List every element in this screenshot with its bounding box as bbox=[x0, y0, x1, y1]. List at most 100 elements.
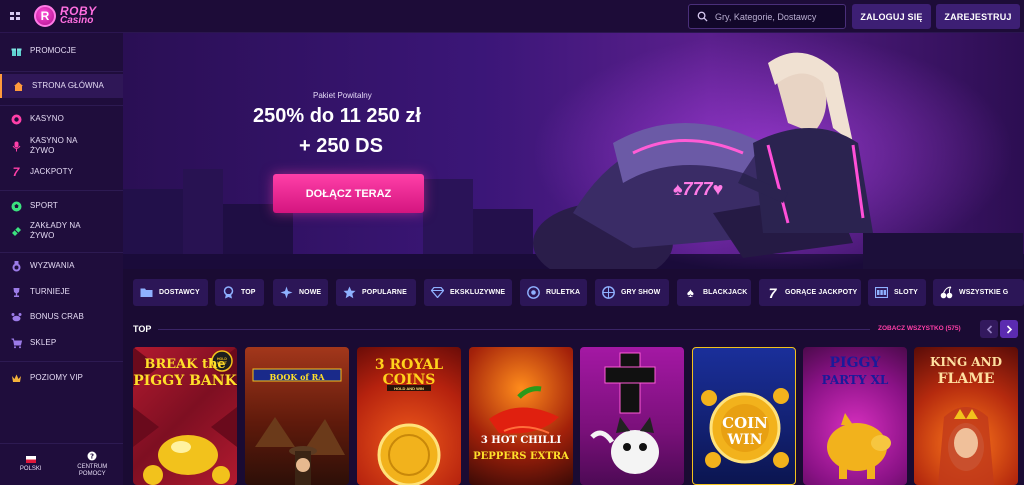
menu-icon[interactable] bbox=[0, 0, 30, 33]
divider bbox=[0, 190, 123, 191]
crown-icon bbox=[10, 372, 22, 384]
sidebar-item-label: KASYNO NA ŻYWO bbox=[30, 136, 78, 155]
divider bbox=[0, 71, 123, 72]
sparkle-icon bbox=[280, 286, 293, 299]
sidebar-item-challenges[interactable]: WYZWANIA bbox=[0, 257, 123, 275]
register-button[interactable]: ZAREJESTRUJ bbox=[936, 4, 1020, 29]
top-bar: R ROBY Casino ZALOGUJ SIĘ ZAREJESTRUJ bbox=[0, 0, 1024, 33]
seven-icon: 7 bbox=[12, 165, 20, 179]
game-title-line2: PIGGY BANK bbox=[133, 373, 237, 389]
join-now-button[interactable]: DOŁĄCZ TERAZ bbox=[273, 174, 424, 213]
help-icon: ? bbox=[87, 451, 97, 461]
category-label: SLOTY bbox=[894, 289, 918, 296]
game-card-coin-win[interactable]: COIN WIN bbox=[692, 347, 796, 485]
bike-777-text: ♠777♥ bbox=[673, 179, 723, 199]
sidebar-item-kasyno[interactable]: KASYNO bbox=[0, 110, 123, 128]
category-label: GORĄCE JACKPOTY bbox=[785, 289, 858, 296]
home-icon bbox=[12, 80, 24, 92]
sidebar-item-label: JACKPOTY bbox=[30, 167, 74, 176]
game-title-line2: WIN bbox=[727, 432, 763, 448]
seven-icon: 7 bbox=[768, 284, 777, 301]
game-card-3-hot-chilli-peppers-extra[interactable]: 3 HOT CHILLI PEPPERS EXTRA bbox=[469, 347, 573, 485]
sidebar-footer: POLSKI ? CENTRUM POMOCY bbox=[0, 443, 123, 485]
sidebar-item-tournaments[interactable]: TURNIEJE bbox=[0, 283, 123, 301]
language-label: POLSKI bbox=[19, 466, 42, 472]
category-top[interactable]: TOP bbox=[215, 279, 264, 306]
hero-title-line2: + 250 DS bbox=[299, 135, 383, 157]
sidebar-item-label: STRONA GŁÓWNA bbox=[32, 81, 104, 90]
category-label: RULETKA bbox=[546, 289, 581, 296]
language-selector[interactable]: POLSKI bbox=[0, 444, 62, 485]
game-art bbox=[489, 386, 559, 434]
game-card-break-the-piggy-bank[interactable]: BREAK the PIGGY BANK HOLD HUNT bbox=[133, 347, 237, 485]
game-title-line2: PARTY XL bbox=[821, 373, 889, 387]
search-input[interactable] bbox=[715, 11, 835, 22]
category-game-shows[interactable]: GRY SHOW bbox=[595, 279, 669, 306]
sidebar-item-shop[interactable]: SKLEP bbox=[0, 334, 123, 352]
game-title: 3 ROYAL bbox=[374, 357, 444, 373]
game-card-cross-cat[interactable] bbox=[580, 347, 684, 485]
medal-icon bbox=[10, 260, 22, 272]
see-all-link[interactable]: ZOBACZ WSZYSTKO (575) bbox=[878, 325, 961, 332]
slot-icon bbox=[875, 286, 888, 299]
divider bbox=[0, 361, 123, 362]
category-hot-jackpots[interactable]: 7 GORĄCE JACKPOTY bbox=[759, 279, 861, 306]
game-card-piggy-party-xl[interactable]: PIGGY PARTY XL bbox=[803, 347, 907, 485]
game-title: BOOK of RA bbox=[269, 372, 325, 382]
game-card-3-royal-coins[interactable]: 3 ROYAL COINS HOLD AND WIN bbox=[357, 347, 461, 485]
logo-subname: Casino bbox=[60, 15, 94, 26]
sidebar-item-label: TURNIEJE bbox=[30, 287, 70, 296]
category-label: DOSTAWCY bbox=[159, 289, 200, 296]
section-title: TOP bbox=[133, 324, 152, 334]
trophy-icon bbox=[10, 286, 22, 298]
sidebar-item-live-casino[interactable]: KASYNO NA ŻYWO bbox=[0, 134, 123, 158]
brand-logo[interactable]: R ROBY Casino bbox=[34, 5, 97, 27]
carousel-next-button[interactable] bbox=[1000, 320, 1018, 338]
category-label: EKSKLUZYWNE bbox=[450, 289, 506, 296]
sidebar-item-label: PROMOCJE bbox=[30, 46, 77, 55]
sidebar-item-label: ZAKŁADY NA ŻYWO bbox=[30, 221, 81, 240]
sidebar-item-bonus-crab[interactable]: BONUS CRAB bbox=[0, 308, 123, 326]
category-exclusive[interactable]: EKSKLUZYWNE bbox=[424, 279, 512, 306]
category-new[interactable]: NOWE bbox=[273, 279, 328, 306]
logo-badge: R bbox=[34, 5, 56, 27]
badge-icon bbox=[222, 286, 235, 299]
hero-title: 250% do 11 250 zł bbox=[253, 105, 421, 127]
sidebar-item-label: POZIOMY VIP bbox=[30, 373, 83, 382]
category-bar: DOSTAWCY TOP NOWE POPULARNE EKSKLUZYWNE … bbox=[133, 279, 1024, 306]
carousel-prev-button[interactable] bbox=[980, 320, 998, 338]
game-card-king-and-flame[interactable]: KING AND FLAME bbox=[914, 347, 1018, 485]
svg-text:?: ? bbox=[90, 453, 94, 461]
sidebar-item-jackpots[interactable]: 7 JACKPOTY bbox=[0, 163, 123, 181]
sidebar-item-label: SPORT bbox=[30, 201, 58, 210]
help-center-link[interactable]: ? CENTRUM POMOCY bbox=[62, 444, 124, 485]
game-card-book-of-ra[interactable]: BOOK of RA bbox=[245, 347, 349, 485]
game-title: PIGGY bbox=[829, 355, 881, 371]
category-label: TOP bbox=[241, 289, 256, 296]
folder-icon bbox=[140, 286, 153, 299]
category-label: WSZYSTKIE G bbox=[959, 289, 1009, 296]
login-button[interactable]: ZALOGUJ SIĘ bbox=[852, 4, 931, 29]
chevron-right-icon bbox=[1006, 324, 1012, 334]
sidebar-item-promocje[interactable]: PROMOCJE bbox=[0, 41, 123, 61]
hero-banner[interactable]: Pakiet Powitalny 250% do 11 250 zł + 250… bbox=[123, 33, 1024, 269]
help-center-label: CENTRUM POMOCY bbox=[77, 464, 108, 477]
category-providers[interactable]: DOSTAWCY bbox=[133, 279, 208, 306]
poland-flag-icon bbox=[25, 456, 36, 463]
category-blackjack[interactable]: ♠ BLACKJACK bbox=[677, 279, 751, 306]
sidebar-item-sport[interactable]: SPORT bbox=[0, 197, 123, 215]
sidebar-item-live-betting[interactable]: ZAKŁADY NA ŻYWO bbox=[0, 219, 123, 243]
search-box[interactable] bbox=[688, 4, 846, 29]
microphone-icon bbox=[10, 140, 22, 152]
game-subtitle: HOLD AND WIN bbox=[394, 386, 424, 391]
hero-subtitle: Pakiet Powitalny bbox=[313, 91, 372, 100]
sidebar: PROMOCJE STRONA GŁÓWNA KASYNO KASYNO NA … bbox=[0, 33, 123, 485]
category-popular[interactable]: POPULARNE bbox=[336, 279, 416, 306]
sidebar-item-vip[interactable]: POZIOMY VIP bbox=[0, 369, 123, 387]
sidebar-item-home[interactable]: STRONA GŁÓWNA bbox=[0, 74, 123, 98]
motorcycle-rider-image: ♠777♥ bbox=[533, 33, 1023, 269]
spade-icon: ♠ bbox=[687, 285, 694, 300]
category-slots[interactable]: SLOTY bbox=[868, 279, 926, 306]
category-roulette[interactable]: RULETKA bbox=[520, 279, 587, 306]
category-all-games[interactable]: WSZYSTKIE G bbox=[933, 279, 1024, 306]
